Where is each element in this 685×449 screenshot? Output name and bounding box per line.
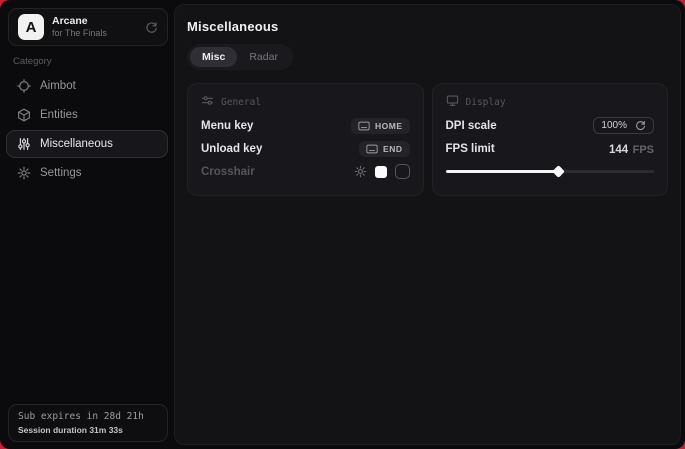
app-meta: Arcane for The Finals (52, 15, 107, 38)
dpi-scale-row: DPI scale 100% (446, 114, 655, 137)
keyboard-icon (366, 144, 378, 154)
display-card-title: Display (466, 97, 506, 108)
refresh-icon[interactable] (635, 120, 646, 131)
category-label: Category (13, 56, 52, 67)
dpi-scale-control[interactable]: 100% (593, 117, 654, 134)
tab-misc[interactable]: Misc (190, 47, 237, 67)
fps-slider-thumb[interactable] (552, 165, 565, 178)
crosshair-toggle-checkbox[interactable] (395, 164, 410, 179)
tab-bar: Misc Radar (187, 44, 293, 70)
cards-row: General Menu key HOME Unload key (187, 83, 668, 196)
app-subtitle: for The Finals (52, 28, 107, 38)
equalizer-icon (17, 137, 31, 151)
crosshair-color-swatch[interactable] (375, 166, 387, 178)
page-title: Miscellaneous (187, 19, 668, 34)
sidebar-item-settings[interactable]: Settings (6, 159, 168, 187)
cube-icon (17, 108, 31, 122)
sidebar-item-miscellaneous[interactable]: Miscellaneous (6, 130, 168, 158)
sidebar: A Arcane for The Finals Category Aimbot (0, 0, 174, 449)
fps-slider-fill (446, 170, 559, 173)
fps-limit-slider[interactable] (446, 164, 655, 178)
monitor-icon (446, 94, 459, 110)
crosshair-icon (17, 79, 31, 93)
menu-key-row: Menu key HOME (201, 114, 410, 137)
dpi-scale-label: DPI scale (446, 120, 497, 132)
sidebar-item-label: Aimbot (40, 80, 76, 92)
subscription-status-card: Sub expires in 28d 21h Session duration … (8, 404, 168, 442)
general-card-title: General (221, 97, 261, 108)
crosshair-row: Crosshair (201, 160, 410, 183)
session-duration-text: Session duration 31m 33s (18, 425, 158, 435)
sidebar-item-aimbot[interactable]: Aimbot (6, 72, 168, 100)
tab-radar[interactable]: Radar (237, 47, 290, 67)
sidebar-item-label: Miscellaneous (40, 138, 113, 150)
unload-key-value: END (383, 144, 402, 154)
dpi-scale-value: 100% (601, 120, 627, 131)
app-window: A Arcane for The Finals Category Aimbot (0, 0, 685, 449)
display-card-header: Display (446, 94, 655, 110)
sidebar-item-entities[interactable]: Entities (6, 101, 168, 129)
fps-limit-row: FPS limit 144 FPS (446, 137, 655, 160)
general-card: General Menu key HOME Unload key (187, 83, 424, 196)
menu-key-label: Menu key (201, 120, 253, 132)
fps-limit-unit: FPS (633, 144, 654, 156)
sliders-icon (201, 94, 214, 110)
app-header-card: A Arcane for The Finals (8, 8, 168, 46)
crosshair-settings-gear-icon[interactable] (354, 165, 367, 178)
unload-key-bind-button[interactable]: END (359, 141, 409, 157)
crosshair-controls (354, 164, 410, 179)
sidebar-nav: Aimbot Entities Miscellaneous (6, 72, 168, 188)
sidebar-item-label: Settings (40, 167, 82, 179)
fps-limit-label: FPS limit (446, 143, 495, 155)
sidebar-item-label: Entities (40, 109, 78, 121)
crosshair-label: Crosshair (201, 166, 255, 178)
app-logo: A (18, 14, 44, 40)
fps-limit-value-group: 144 FPS (609, 140, 654, 158)
menu-key-bind-button[interactable]: HOME (351, 118, 410, 134)
fps-limit-value: 144 (609, 144, 628, 156)
sync-icon[interactable] (145, 21, 158, 34)
unload-key-row: Unload key END (201, 137, 410, 160)
menu-key-value: HOME (375, 121, 403, 131)
display-card: Display DPI scale 100% FPS limit (432, 83, 669, 196)
unload-key-label: Unload key (201, 143, 262, 155)
keyboard-icon (358, 121, 370, 131)
app-name: Arcane (52, 15, 107, 27)
general-card-header: General (201, 94, 410, 110)
sub-expiry-text: Sub expires in 28d 21h (18, 411, 158, 422)
main-panel: Miscellaneous Misc Radar General (174, 4, 681, 445)
gear-icon (17, 166, 31, 180)
